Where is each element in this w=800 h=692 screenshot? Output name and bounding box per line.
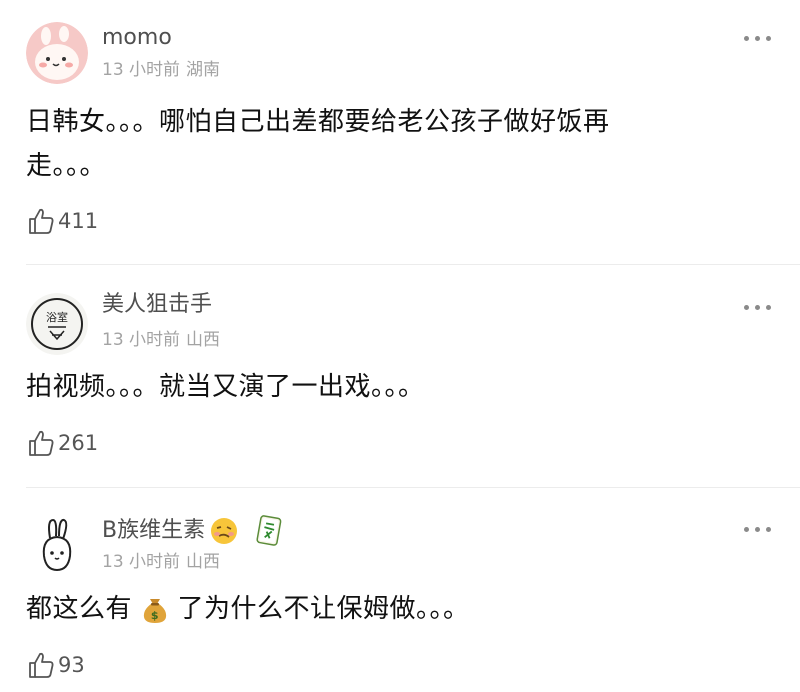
thumbs-up-icon [29, 208, 54, 234]
comment-text: 日韩女。。。哪怕自己出差都要给老公孩子做好饭再 走。。。 [26, 100, 700, 188]
like-count: 93 [58, 653, 85, 677]
comment-time: 13 小时前 [102, 330, 181, 350]
avatar[interactable]: 浴室 [26, 293, 88, 355]
comment-time: 13 小时前 [102, 60, 181, 80]
comment-meta: 13 小时前 山西 [102, 329, 220, 351]
comment-meta: 13 小时前 山西 [102, 551, 220, 573]
money-bag-emoji-icon: $ [143, 598, 166, 623]
username[interactable]: 美人狙击手 [102, 291, 212, 319]
username[interactable]: momo [102, 24, 172, 52]
more-options-icon[interactable] [744, 303, 774, 313]
avatar[interactable] [26, 22, 88, 84]
pink-bunny-avatar-icon [26, 22, 88, 84]
like-button[interactable]: 261 [26, 428, 98, 458]
comment-text-part: 都这么有 [26, 594, 133, 624]
doodle-bunny-avatar-icon [26, 514, 88, 576]
username-text: B族维生素 [102, 518, 206, 543]
woozy-face-emoji-icon [211, 518, 238, 544]
username[interactable]: B族维生素 [102, 514, 287, 548]
like-button[interactable]: 93 [26, 650, 85, 680]
like-count: 261 [58, 431, 99, 455]
thumbs-up-icon [29, 430, 54, 456]
comment-meta: 13 小时前 湖南 [102, 59, 220, 81]
more-options-icon[interactable] [744, 525, 774, 535]
comment-text-line: 日韩女。。。哪怕自己出差都要给老公孩子做好饭再 [26, 107, 610, 137]
comment-item: B族维生素 13 小时前 山西 都这么有 $ 了为什么不让保姆做。。。 93 [0, 488, 800, 692]
like-count: 411 [58, 209, 99, 233]
comment-text-line: 走。。。 [26, 151, 107, 181]
comment-location: 山西 [186, 552, 221, 572]
comment-text: 都这么有 $ 了为什么不让保姆做。。。 [26, 587, 700, 631]
comment-text: 拍视频。。。就当又演了一出戏。。。 [26, 372, 425, 402]
comment-text-part: 了为什么不让保姆做。。。 [177, 594, 470, 624]
comment-item: momo 13 小时前 湖南 日韩女。。。哪怕自己出差都要给老公孩子做好饭再 走。… [0, 0, 800, 264]
like-button[interactable]: 411 [26, 206, 98, 236]
thumbs-up-icon [29, 652, 54, 678]
avatar-seal-text: 浴室 [46, 310, 68, 324]
svg-text:$: $ [151, 609, 159, 622]
comment-time: 13 小时前 [102, 552, 181, 572]
comment-item: 浴室 美人狙击手 13 小时前 山西 拍视频。。。就当又演了一出戏。。。 261 [0, 265, 800, 487]
comment-location: 山西 [186, 330, 221, 350]
mahjong-fa-tile-emoji-icon [256, 515, 282, 546]
avatar[interactable] [26, 514, 88, 576]
stamp-seal-avatar-icon: 浴室 [26, 293, 88, 355]
more-options-icon[interactable] [744, 34, 774, 44]
comment-location: 湖南 [186, 60, 221, 80]
